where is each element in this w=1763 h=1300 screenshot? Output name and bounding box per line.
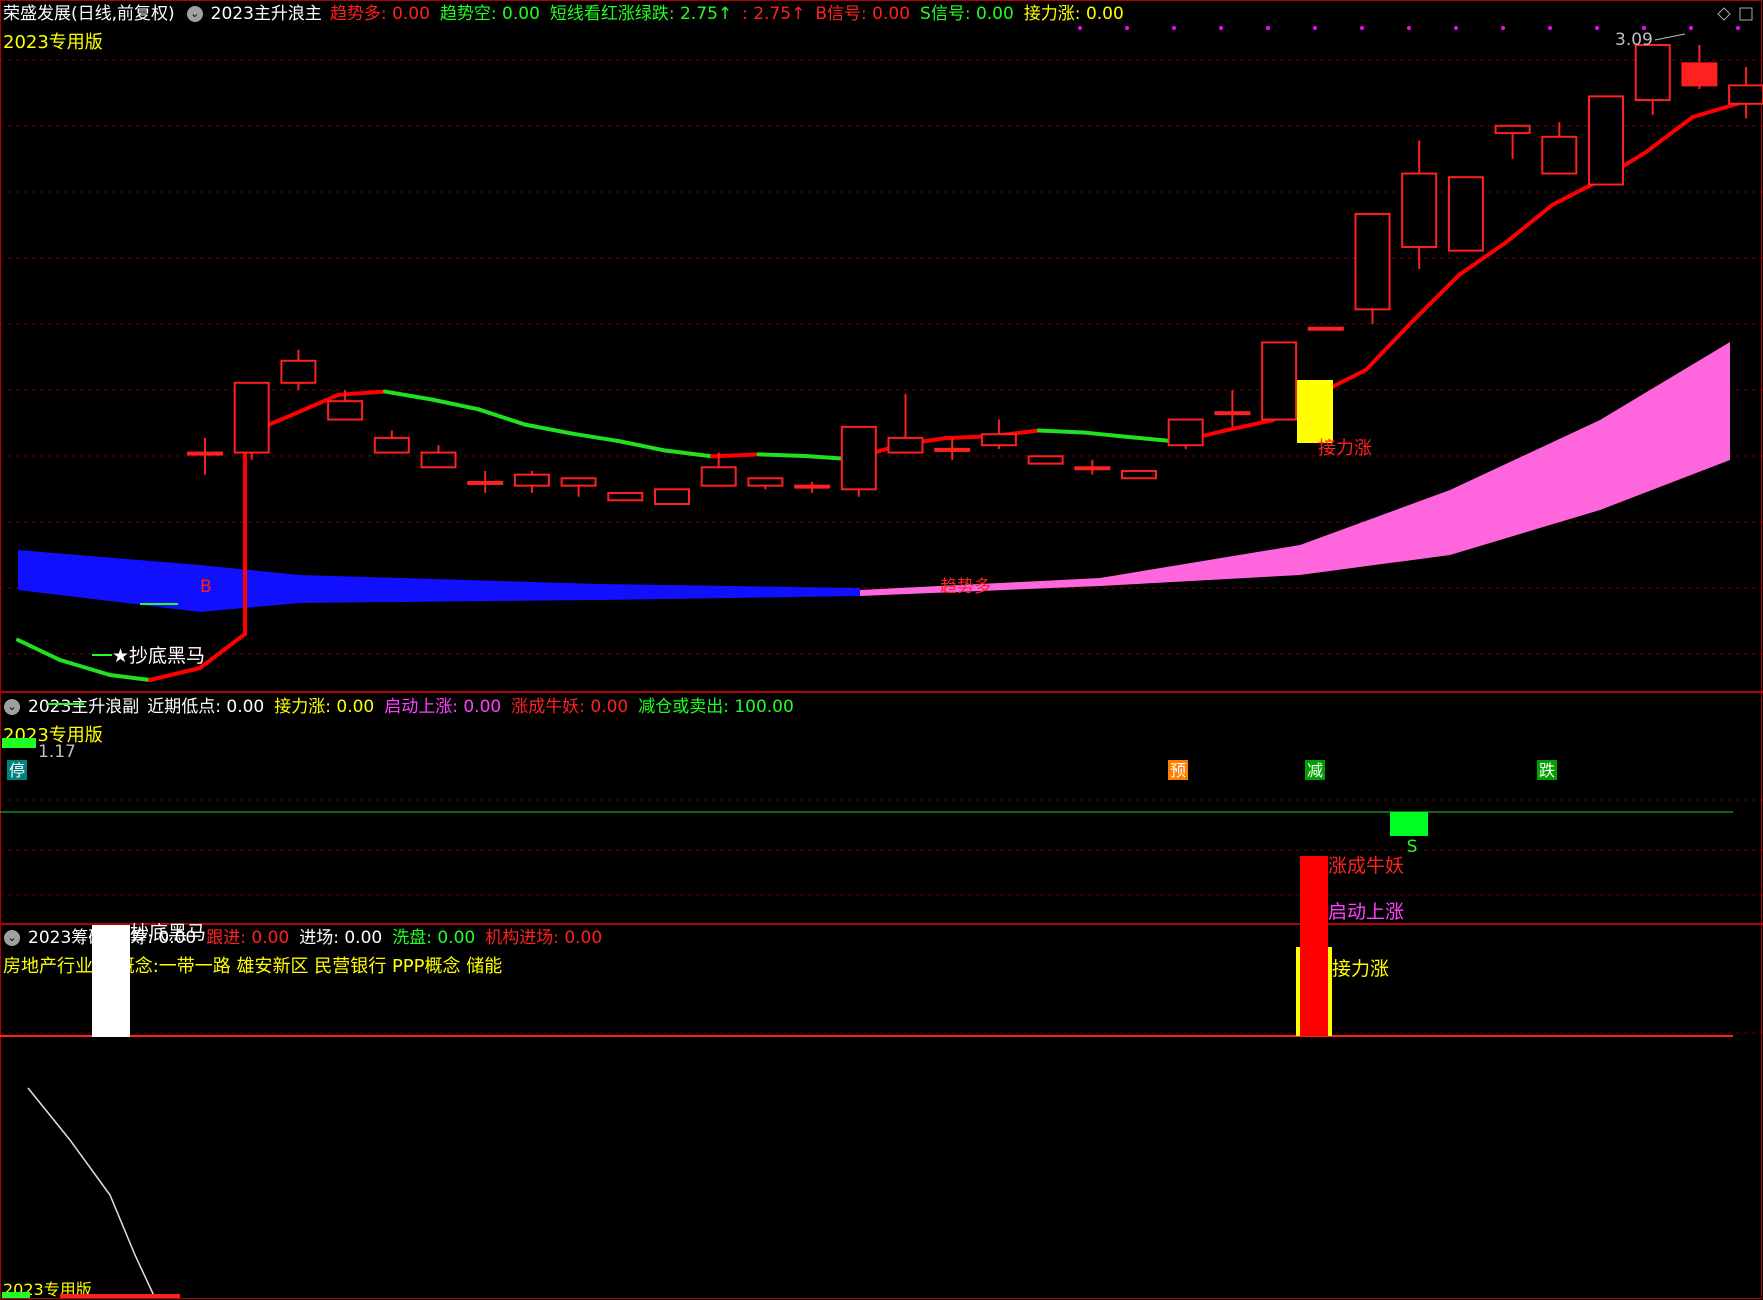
s-signal-bar (1390, 812, 1428, 836)
low-marker (2, 738, 36, 748)
top-dot (1125, 26, 1129, 30)
candle-body (887, 436, 924, 454)
candle-body (1401, 172, 1438, 248)
chip-marker (60, 1294, 180, 1298)
high-price-label: 3.09 (1615, 30, 1653, 50)
candle-body (280, 359, 317, 384)
trend-label: 趋势多 (940, 577, 991, 597)
trend-line-segment (148, 666, 202, 682)
trend-line-segment (663, 448, 714, 459)
candle-body (1027, 455, 1064, 465)
top-dot (1689, 26, 1693, 30)
outer-border (0, 0, 1762, 1299)
candle-body (420, 451, 457, 469)
top-dot (1501, 26, 1505, 30)
trend-line-segment (616, 439, 668, 453)
top-dot (1078, 26, 1082, 30)
chip-marker (2, 1292, 30, 1298)
candle-body (980, 433, 1017, 447)
candle-body (1214, 411, 1251, 416)
candle-body (700, 466, 737, 487)
candle-body (1354, 212, 1391, 311)
bottom-fish-bar (92, 925, 130, 1037)
trend-line-segment (1363, 319, 1415, 373)
diamond-icon (1717, 7, 1731, 21)
trend-line-segment (476, 407, 528, 427)
trend-line-segment (1036, 428, 1088, 435)
relay-block (1297, 380, 1333, 443)
low-price-label: 1.17 (38, 742, 76, 762)
top-dot (1219, 26, 1223, 30)
top-dot (1454, 26, 1458, 30)
top-dot (1736, 26, 1740, 30)
candle-body (794, 484, 831, 489)
sub1-bottom-fish-label: 抄底黑马 (130, 922, 206, 944)
top-dot (1595, 26, 1599, 30)
candle-body (1681, 62, 1718, 87)
candle-body (1634, 44, 1671, 102)
candle-body (654, 488, 690, 505)
signal-marker-label: 跌 (1539, 761, 1555, 780)
trend-line-segment (1083, 430, 1135, 440)
top-dot (1313, 26, 1317, 30)
candle-body (1494, 124, 1531, 135)
candle-body (1541, 135, 1578, 175)
candle-body (467, 480, 504, 485)
trend-line-segment (429, 397, 481, 412)
candle-body (1074, 466, 1111, 471)
trend-line-segment (569, 431, 621, 444)
blue-band (18, 550, 860, 612)
trend-line-segment (1410, 272, 1462, 324)
top-dot (1548, 26, 1552, 30)
trend-line-segment (523, 422, 574, 436)
candle-body (1728, 84, 1763, 105)
top-dot (1360, 26, 1364, 30)
high-arrow (1654, 33, 1686, 41)
bull-label: 涨成牛妖 (1328, 855, 1404, 877)
candle-body (840, 425, 877, 491)
candle-body (1261, 341, 1298, 421)
s-signal-label: S (1407, 837, 1418, 857)
window-toggle-icon (1739, 7, 1753, 21)
top-dot (1172, 26, 1176, 30)
bull-bar (1300, 856, 1328, 1036)
candle-body (747, 477, 784, 487)
b-signal-label: B (200, 577, 212, 597)
signal-marker-label: 预 (1170, 761, 1186, 780)
top-dot (1407, 26, 1411, 30)
trend-line-segment (1503, 202, 1555, 245)
trend-line-segment (16, 638, 62, 662)
candle-body (327, 400, 364, 421)
trend-line-segment (756, 452, 808, 459)
trend-line-segment (383, 389, 434, 402)
candle-body (373, 436, 410, 454)
candle-body (1307, 326, 1344, 331)
candle-body (560, 477, 597, 487)
kline-chart[interactable]: ★抄底黑马接力涨趋势多B3.091.17停预减跌抄底黑马涨成牛妖启动上涨接力涨S (0, 0, 1763, 1300)
bottom-fish-label: ★抄底黑马 (112, 645, 205, 667)
candle-body (233, 381, 270, 454)
signal-marker-label: 停 (9, 761, 25, 780)
trend-line-segment (1644, 115, 1695, 155)
relay-label: 接力涨 (1318, 438, 1372, 459)
signal-marker-label: 减 (1307, 761, 1323, 780)
relay-bar-left (1296, 947, 1300, 1036)
candle-body (1167, 418, 1204, 447)
sub1-relay-label: 接力涨 (1332, 958, 1389, 980)
candle-body (1121, 469, 1157, 480)
candle-body (607, 491, 644, 502)
trend-line-segment (198, 632, 247, 670)
chip-curve (27, 1087, 156, 1299)
trend-line-segment (108, 673, 152, 682)
candle-body (1588, 95, 1624, 186)
candle-body (934, 447, 971, 452)
start-label: 启动上涨 (1328, 901, 1404, 923)
candle-body (513, 473, 550, 487)
trend-line-segment (1690, 101, 1742, 120)
candle-body (187, 451, 223, 456)
trend-line-segment (58, 658, 112, 677)
candle-body (1447, 176, 1484, 252)
top-dot (1266, 26, 1270, 30)
